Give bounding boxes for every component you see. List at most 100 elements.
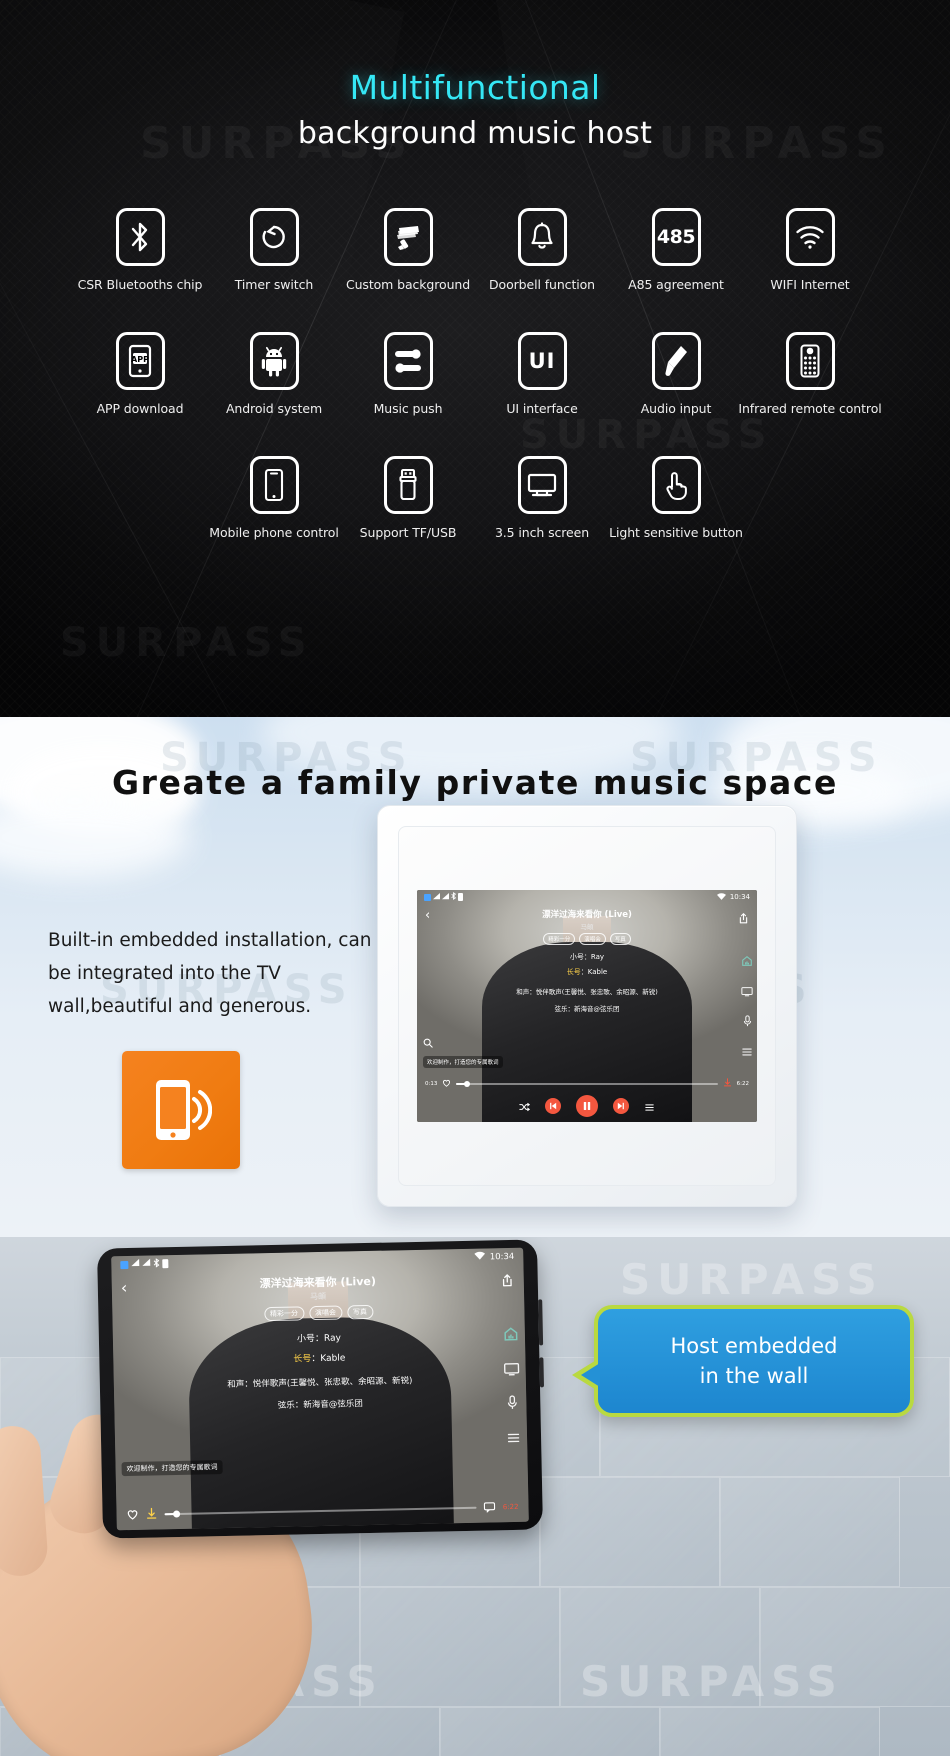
mic-icon[interactable] bbox=[742, 1012, 753, 1031]
heart-icon[interactable] bbox=[442, 1079, 451, 1089]
music-push-sliders-icon bbox=[383, 332, 433, 390]
chevron-left-icon[interactable]: ‹ bbox=[425, 908, 430, 923]
credit-value: Ray bbox=[323, 1333, 342, 1344]
feature-label: Infrared remote control bbox=[738, 401, 882, 416]
ui-text-icon: UI bbox=[517, 332, 567, 390]
tag[interactable]: 演唱会 bbox=[579, 933, 606, 945]
time-total: 6:22 bbox=[736, 1080, 749, 1087]
feature-label: Support TF/USB bbox=[359, 525, 457, 540]
music-player-screen[interactable]: 10:34 ‹ 漂洋过海来看你 (Live) 马頔 精彩一分 演唱会 写真 小号… bbox=[417, 890, 757, 1122]
download-icon[interactable] bbox=[723, 1078, 732, 1089]
home-icon[interactable] bbox=[503, 1326, 519, 1346]
feature-item-support-tf-usb: Support TF/USB bbox=[341, 456, 475, 540]
signal-icon bbox=[131, 1258, 140, 1270]
phone-signal-icon bbox=[156, 1080, 212, 1140]
controls-row[interactable] bbox=[417, 1095, 757, 1117]
hero-headline: Multifunctional background music host bbox=[0, 68, 950, 151]
prev-icon[interactable] bbox=[545, 1098, 561, 1114]
song-tags: 精彩一分 演唱会 写真 bbox=[417, 933, 757, 945]
comment-icon[interactable] bbox=[484, 1501, 496, 1514]
image-icon bbox=[120, 1260, 129, 1269]
smartphone-device: 10:34 ‹ 漂洋过海来看你 (Live) 马頔 精彩一分 演唱会 写真 小号… bbox=[97, 1239, 545, 1539]
thumb bbox=[0, 1424, 50, 1578]
sky-section: SURPASS SURPASS SURPASS SURPASS Greate a… bbox=[0, 717, 950, 1237]
cast-icon[interactable] bbox=[741, 982, 753, 1001]
status-time: 10:34 bbox=[729, 893, 750, 901]
credit-key: 小号 bbox=[296, 1334, 316, 1345]
progress-row[interactable]: 0:13 6:22 bbox=[417, 1078, 757, 1089]
feature-item-music-push: Music push bbox=[341, 332, 475, 416]
chevron-left-icon[interactable]: ‹ bbox=[121, 1278, 128, 1297]
feature-item-custom-background: Custom background bbox=[341, 208, 475, 292]
bluetooth-icon bbox=[153, 1257, 160, 1270]
progress-knob[interactable] bbox=[173, 1510, 181, 1518]
share-icon[interactable] bbox=[738, 909, 749, 928]
share-icon[interactable] bbox=[501, 1272, 514, 1291]
mic-icon[interactable] bbox=[505, 1395, 519, 1414]
home-icon[interactable] bbox=[741, 952, 753, 971]
feature-label: Custom background bbox=[345, 277, 471, 292]
list-icon[interactable] bbox=[505, 1429, 520, 1448]
usb-drive-icon bbox=[383, 456, 433, 514]
lyric-note[interactable]: 欢迎制作，打造您的专属歌词 bbox=[423, 1056, 503, 1068]
feature-label: Music push bbox=[373, 401, 443, 416]
feature-label: Timer switch bbox=[234, 277, 314, 292]
time-current: 0:13 bbox=[425, 1080, 438, 1087]
feature-item-doorbell: Doorbell function bbox=[475, 208, 609, 292]
phone-signal-badge bbox=[122, 1051, 240, 1169]
wall-panel-inner: 10:34 ‹ 漂洋过海来看你 (Live) 马頔 精彩一分 演唱会 写真 小号… bbox=[398, 826, 776, 1186]
feature-item-wifi: WIFI Internet bbox=[743, 208, 877, 292]
485-label: 485 bbox=[656, 226, 696, 248]
phone-volume-button[interactable] bbox=[539, 1357, 545, 1388]
song-title: 漂洋过海来看你 (Live) bbox=[542, 910, 632, 920]
phone-music-player-screen[interactable]: 10:34 ‹ 漂洋过海来看你 (Live) 马頔 精彩一分 演唱会 写真 小号… bbox=[111, 1247, 529, 1531]
paint-brush-icon bbox=[383, 208, 433, 266]
progress-bar[interactable] bbox=[456, 1080, 718, 1087]
song-artist: 马頔 bbox=[580, 923, 594, 931]
tag[interactable]: 精彩一分 bbox=[543, 933, 576, 945]
credit-key: 长号 bbox=[293, 1354, 312, 1365]
list-icon[interactable] bbox=[741, 1042, 753, 1061]
tag[interactable]: 写真 bbox=[609, 933, 631, 945]
heart-icon[interactable] bbox=[126, 1508, 138, 1521]
485-text-icon: 485 bbox=[651, 208, 701, 266]
touch-hand-icon bbox=[651, 456, 701, 514]
mobile-phone-icon bbox=[249, 456, 299, 514]
credit-line-2: 长号：Kable bbox=[566, 968, 608, 976]
pause-icon[interactable] bbox=[576, 1095, 598, 1117]
product-marketing-page: SURPASS SURPASS SURPASS SURPASS Multifun… bbox=[0, 0, 950, 1756]
tag[interactable]: 精彩一分 bbox=[263, 1306, 305, 1322]
strings-credit: 弦乐：新海音@弦乐团 bbox=[554, 1005, 620, 1013]
progress-knob[interactable] bbox=[463, 1080, 470, 1087]
bell-icon bbox=[517, 208, 567, 266]
wifi-icon bbox=[785, 208, 835, 266]
feature-label: Android system bbox=[225, 401, 323, 416]
menu-icon[interactable] bbox=[644, 1097, 655, 1116]
callout-bubble: Host embedded in the wall bbox=[572, 1305, 914, 1417]
app-phone-icon: APP bbox=[115, 332, 165, 390]
tag[interactable]: 演唱会 bbox=[308, 1305, 343, 1321]
next-icon[interactable] bbox=[613, 1098, 629, 1114]
feature-label: UI interface bbox=[506, 401, 578, 416]
tag[interactable]: 写真 bbox=[346, 1304, 374, 1320]
progress-bar[interactable] bbox=[164, 1506, 477, 1518]
feature-item-timer-switch: Timer switch bbox=[207, 208, 341, 292]
hero-title-accent: Multifunctional bbox=[349, 68, 601, 107]
feature-label: Audio input bbox=[640, 401, 712, 416]
feature-label: Doorbell function bbox=[489, 277, 595, 292]
shuffle-icon[interactable] bbox=[519, 1097, 530, 1116]
feature-item-audio-input: Audio input bbox=[609, 332, 743, 416]
battery-icon bbox=[458, 893, 463, 901]
cast-icon[interactable] bbox=[503, 1361, 520, 1380]
feature-item-mobile-phone-control: Mobile phone control bbox=[207, 456, 341, 540]
credit-key: 小号 bbox=[569, 953, 584, 961]
lyric-note[interactable]: 欢迎制作，打造您的专属歌词 bbox=[121, 1460, 223, 1477]
android-icon bbox=[249, 332, 299, 390]
download-icon[interactable] bbox=[145, 1507, 157, 1521]
remote-control-icon bbox=[785, 332, 835, 390]
feature-label: A85 agreement bbox=[628, 277, 724, 292]
search-icon[interactable] bbox=[423, 1033, 433, 1052]
feature-row-3: Mobile phone control Support TF/USB 3.5 … bbox=[0, 456, 950, 540]
features-section: SURPASS SURPASS SURPASS SURPASS Multifun… bbox=[0, 0, 950, 717]
signal-icon bbox=[433, 892, 440, 902]
